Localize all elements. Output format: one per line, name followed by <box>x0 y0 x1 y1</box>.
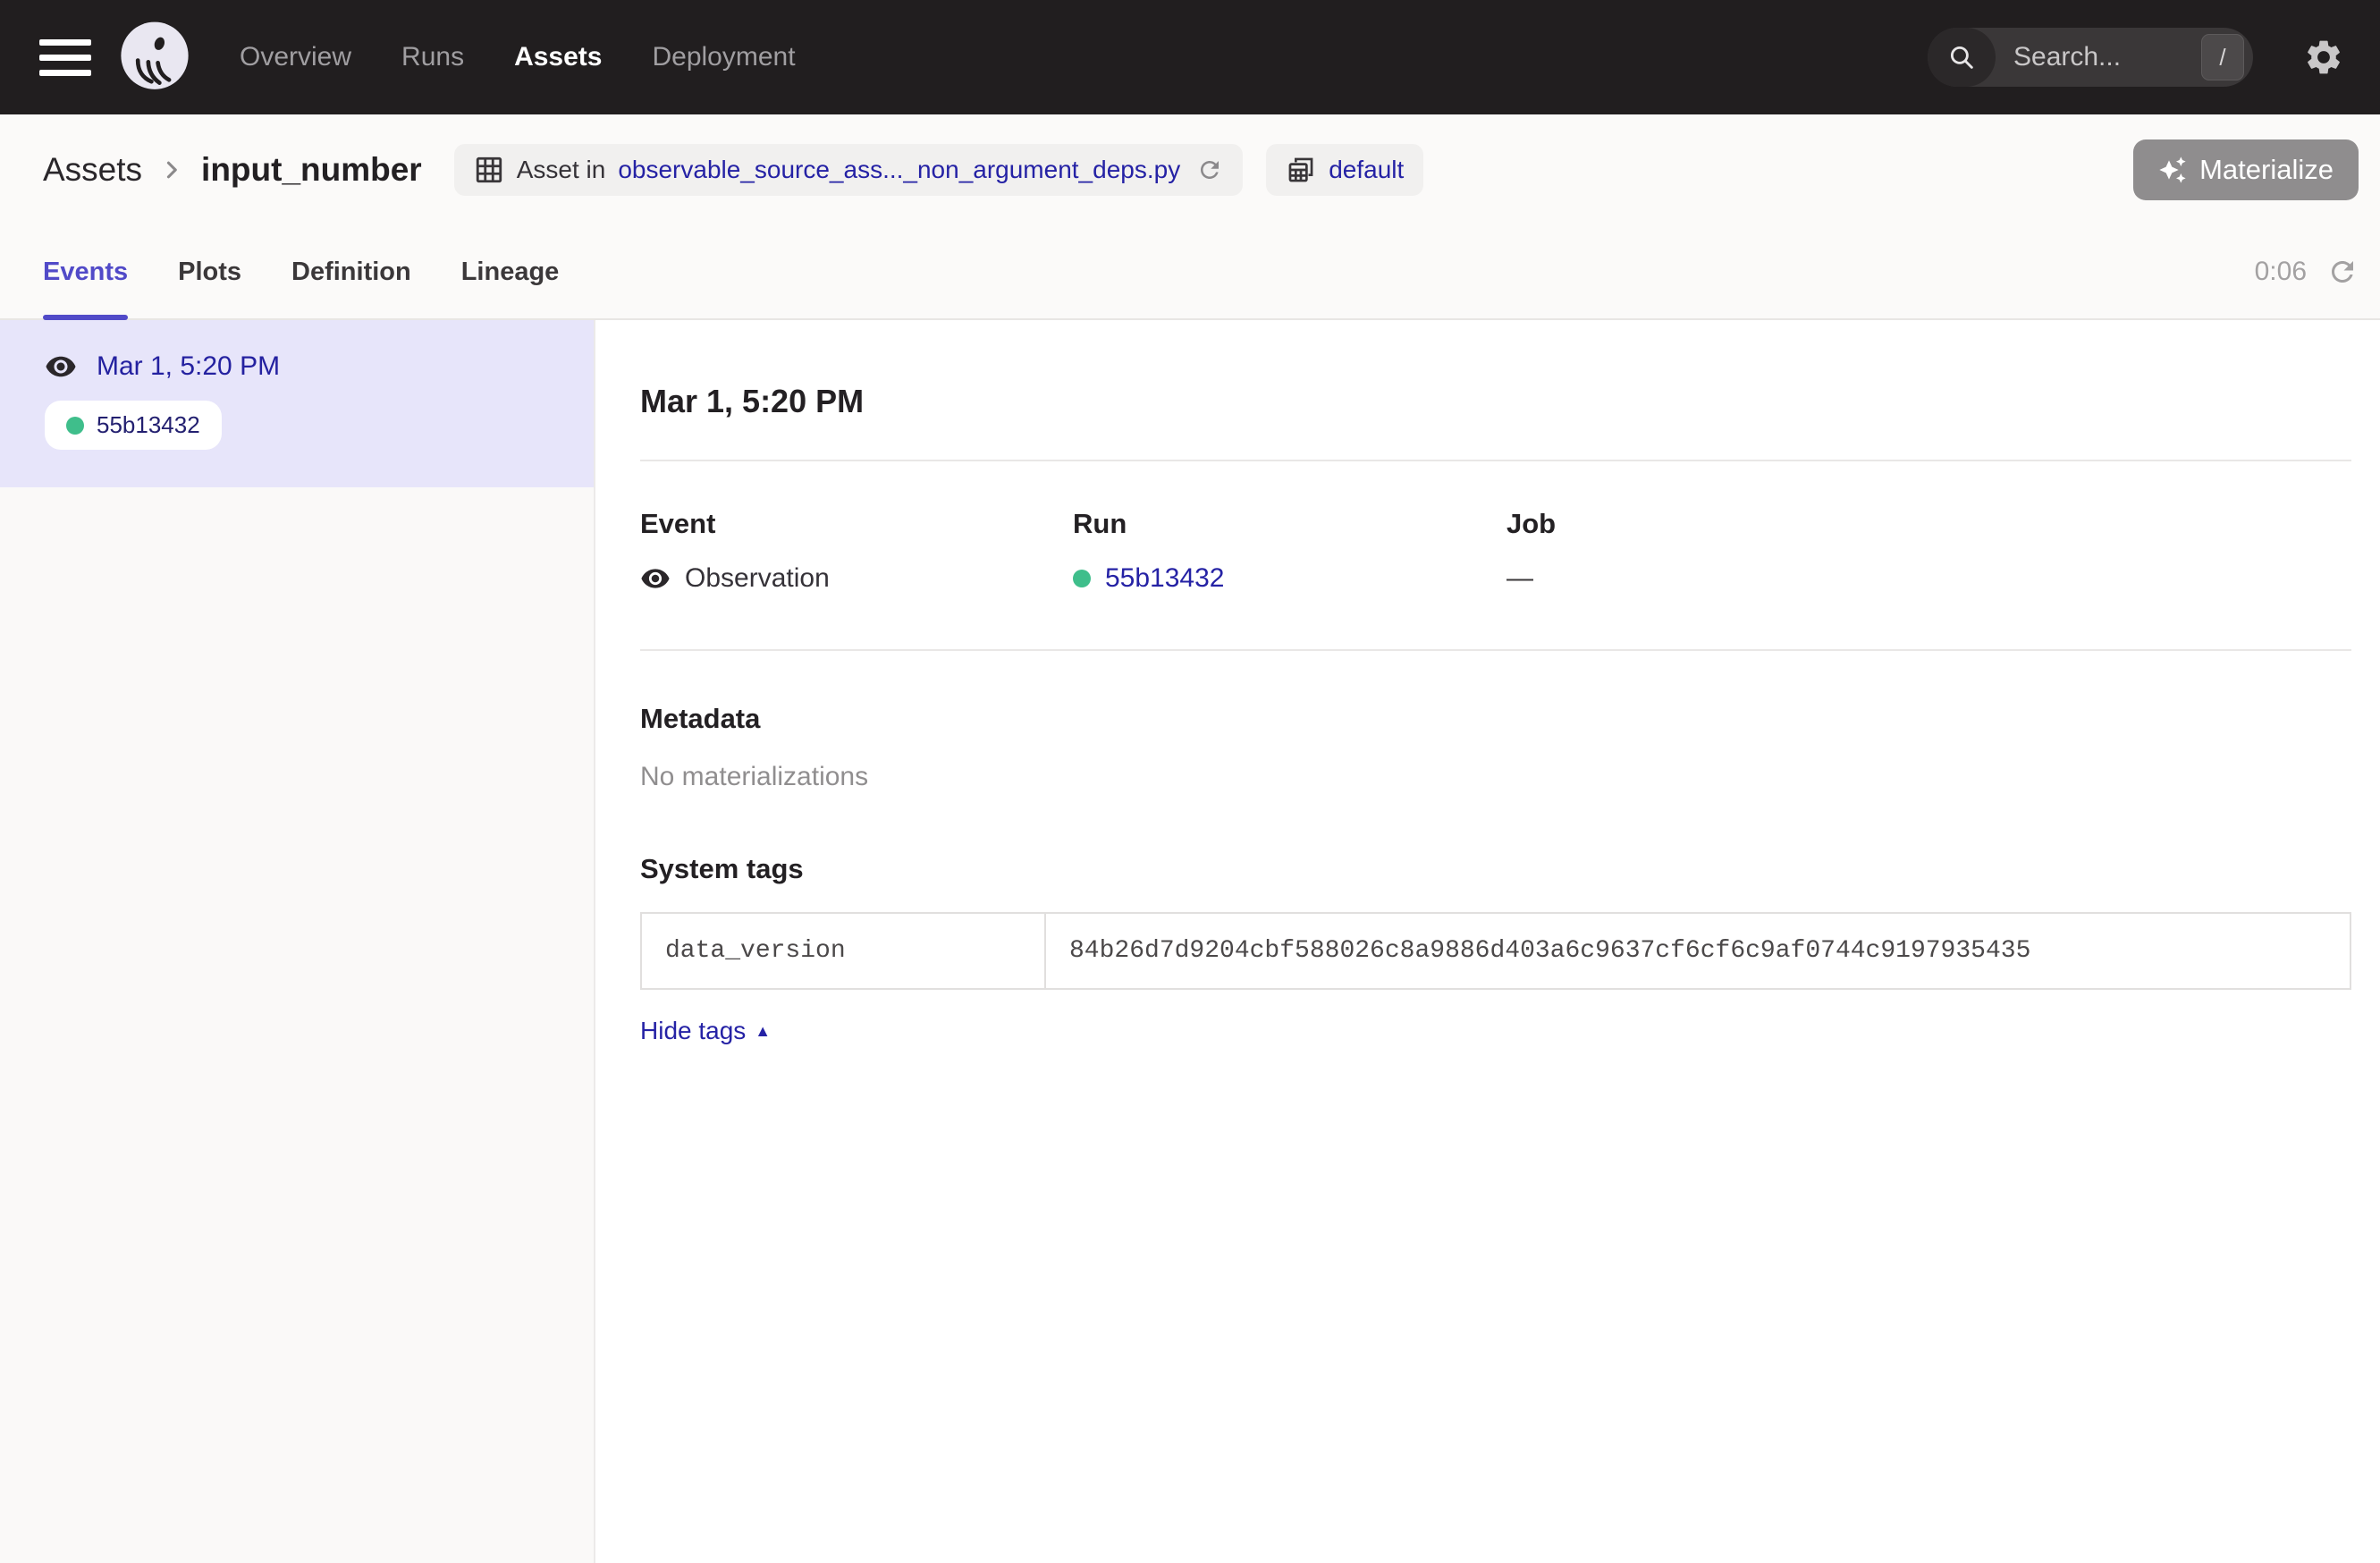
tab-definition[interactable]: Definition <box>291 225 411 318</box>
chevron-right-icon <box>156 155 187 185</box>
search-shortcut-badge: / <box>2201 34 2244 80</box>
system-tags-heading: System tags <box>640 853 2351 885</box>
divider <box>640 460 2351 461</box>
reload-icon <box>1196 156 1223 183</box>
tag-value-cell: 84b26d7d9204cbf588026c8a9886d403a6c9637c… <box>1045 913 2350 989</box>
search-placeholder: Search... <box>2013 42 2201 72</box>
materialize-button[interactable]: Materialize <box>2133 139 2359 200</box>
metadata-empty-text: No materializations <box>640 762 2351 792</box>
table-row: data_version 84b26d7d9204cbf588026c8a988… <box>641 913 2350 989</box>
nav-item-runs[interactable]: Runs <box>401 42 464 72</box>
repository-default-link[interactable]: default <box>1329 156 1404 184</box>
asset-definition-pill: Asset in observable_source_ass..._non_ar… <box>454 144 1243 196</box>
tab-plots[interactable]: Plots <box>178 225 241 318</box>
hide-tags-label: Hide tags <box>640 1017 746 1045</box>
tag-key-cell: data_version <box>641 913 1045 989</box>
breadcrumb-assets-link[interactable]: Assets <box>43 151 142 189</box>
nav-item-overview[interactable]: Overview <box>240 42 351 72</box>
nav-item-assets[interactable]: Assets <box>514 42 602 72</box>
breadcrumb: Assets input_number Asset in observable_… <box>0 114 2380 225</box>
tab-lineage[interactable]: Lineage <box>461 225 560 318</box>
hamburger-menu-icon[interactable] <box>39 39 91 76</box>
repository-icon <box>1286 155 1316 185</box>
materialize-label: Materialize <box>2199 154 2334 186</box>
reload-definition-button[interactable] <box>1196 156 1223 183</box>
primary-nav: Overview Runs Assets Deployment <box>240 42 796 72</box>
nav-item-deployment[interactable]: Deployment <box>652 42 795 72</box>
system-tags-table: data_version 84b26d7d9204cbf588026c8a988… <box>640 912 2351 990</box>
page-header: Assets input_number Asset in observable_… <box>0 114 2380 320</box>
dagster-logo-icon[interactable] <box>116 19 193 96</box>
asset-tabs: Events Plots Definition Lineage 0:06 <box>0 225 2380 318</box>
refresh-countdown: 0:06 <box>2255 257 2307 287</box>
search-input[interactable]: Search... / <box>1928 28 2253 87</box>
run-id-link[interactable]: 55b13432 <box>1105 563 1224 594</box>
job-empty-value: — <box>1506 563 1533 594</box>
run-status-dot <box>1073 570 1091 587</box>
triangle-up-icon: ▲ <box>755 1023 771 1039</box>
metadata-heading: Metadata <box>640 703 2351 735</box>
repository-pill: default <box>1266 144 1423 196</box>
refresh-icon <box>2326 256 2359 288</box>
top-nav: Overview Runs Assets Deployment Search..… <box>0 0 2380 114</box>
job-column-label: Job <box>1506 508 2351 540</box>
tab-events[interactable]: Events <box>43 225 128 318</box>
event-detail-title: Mar 1, 5:20 PM <box>640 383 2351 420</box>
divider <box>640 649 2351 651</box>
refresh-button[interactable] <box>2326 256 2359 288</box>
event-summary-columns: Event Observation Run 55b13432 <box>640 508 2351 594</box>
asset-in-label: Asset in <box>517 156 606 184</box>
event-detail-panel: Mar 1, 5:20 PM Event Observation Run <box>595 320 2380 1563</box>
run-id-text: 55b13432 <box>97 411 200 439</box>
asset-source-file-link[interactable]: observable_source_ass..._non_argument_de… <box>618 156 1180 184</box>
run-column-label: Run <box>1073 508 1506 540</box>
app-window: Overview Runs Assets Deployment Search..… <box>0 0 2380 1563</box>
gear-icon <box>2303 37 2344 78</box>
settings-button[interactable] <box>2303 37 2344 78</box>
run-id-badge[interactable]: 55b13432 <box>45 401 222 450</box>
event-list-item[interactable]: Mar 1, 5:20 PM 55b13432 <box>0 320 594 487</box>
event-type-value: Observation <box>685 563 830 594</box>
observation-eye-icon <box>45 351 77 383</box>
sparkles-icon <box>2158 156 2187 184</box>
event-list-sidebar: Mar 1, 5:20 PM 55b13432 <box>0 320 595 1563</box>
event-timestamp-link[interactable]: Mar 1, 5:20 PM <box>97 351 280 382</box>
page-title: input_number <box>201 151 422 189</box>
run-status-dot <box>66 417 84 435</box>
asset-grid-icon <box>474 155 504 185</box>
event-column-label: Event <box>640 508 1073 540</box>
search-icon <box>1928 28 1996 87</box>
observation-eye-icon <box>640 563 671 594</box>
hide-tags-toggle[interactable]: Hide tags ▲ <box>640 1017 771 1045</box>
content-area: Mar 1, 5:20 PM 55b13432 Mar 1, 5:20 PM E… <box>0 320 2380 1563</box>
